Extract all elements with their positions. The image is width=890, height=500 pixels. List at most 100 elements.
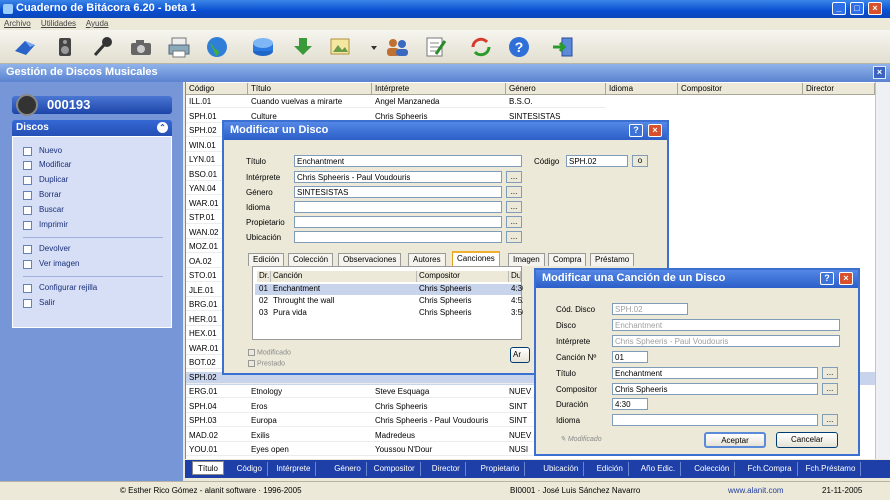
sort-tab[interactable]: Compositor (369, 462, 421, 476)
menu-ayuda[interactable]: Ayuda (86, 19, 109, 28)
sort-tab[interactable]: Director (427, 462, 466, 476)
help-icon[interactable]: ? (506, 35, 532, 59)
menu-utilidades[interactable]: Utilidades (41, 19, 76, 28)
songs-col-duracion[interactable]: Durac. (509, 271, 521, 282)
sort-tab[interactable]: Edición (592, 462, 629, 476)
idioma-field[interactable] (294, 201, 502, 213)
close-button[interactable]: × (868, 2, 882, 15)
interprete-label: Intérprete (246, 173, 281, 182)
songs-col-cancion[interactable]: Canción (271, 271, 417, 282)
codigo-field[interactable]: SPH.02 (566, 155, 628, 167)
close-button[interactable]: × (839, 272, 853, 285)
column-header-interprete[interactable]: Intérprete (372, 83, 506, 95)
status-date: 21-11-2005 (822, 486, 863, 495)
tab-observaciones[interactable]: Observaciones (338, 253, 402, 266)
sort-tab[interactable]: Código (232, 462, 268, 476)
tab-canciones[interactable]: Canciones (452, 251, 500, 266)
titulo-lookup-button[interactable]: ... (822, 367, 838, 379)
propietario-lookup-button[interactable]: ... (506, 216, 522, 228)
sort-tab[interactable]: Título (192, 461, 225, 475)
propietario-field[interactable] (294, 216, 502, 228)
status-credit: © Esther Rico Gómez - alanit software · … (120, 486, 302, 495)
duracion-field[interactable]: 4:30 (612, 398, 648, 410)
exit-icon[interactable] (550, 35, 576, 59)
help-button[interactable]: ? (629, 124, 643, 137)
refresh-icon[interactable] (468, 35, 494, 59)
sort-tab[interactable]: Año Edic. (636, 462, 682, 476)
titulo-field[interactable]: Enchantment (294, 155, 522, 167)
tab-imagen[interactable]: Imagen (508, 253, 545, 266)
dialog-title: Modificar una Canción de un Disco (542, 272, 726, 284)
collapse-icon[interactable]: ⌃ (157, 122, 168, 133)
disc-icon[interactable] (250, 35, 276, 59)
songs-col-compositor[interactable]: Compositor (417, 271, 509, 282)
sort-tab[interactable]: Colección (689, 462, 736, 476)
action-label: Nuevo (39, 146, 63, 155)
codigo-lookup-button[interactable]: o (632, 155, 648, 167)
ubicacion-field[interactable] (294, 231, 502, 243)
menu-archivo[interactable]: Archivo (4, 19, 31, 28)
column-header-compositor[interactable]: Compositor (678, 83, 803, 95)
tab-edicion[interactable]: Edición (248, 253, 285, 266)
maximize-button[interactable]: □ (850, 2, 864, 15)
accept-button[interactable]: Aceptar (704, 432, 766, 448)
grid-scrollbar[interactable] (875, 82, 890, 459)
sort-tab[interactable]: Intérprete (271, 462, 317, 476)
cancel-button[interactable]: Cancelar (776, 432, 838, 448)
people-icon[interactable] (384, 35, 410, 59)
tab-prestamo[interactable]: Préstamo (590, 253, 635, 266)
printer-icon[interactable] (166, 35, 192, 59)
compositor-lookup-button[interactable]: ... (822, 383, 838, 395)
interprete-field[interactable]: Chris Spheeris - Paul Voudouris (294, 171, 502, 183)
sort-tab[interactable]: Propietario (476, 462, 526, 476)
sort-tab[interactable]: Género (329, 462, 367, 476)
microphone-icon[interactable] (90, 35, 116, 59)
section-close-button[interactable]: × (873, 66, 886, 79)
prestado-checkbox[interactable]: Prestado (248, 360, 285, 367)
action-label: Borrar (39, 190, 62, 199)
globe-icon[interactable] (204, 35, 230, 59)
chevron-down-icon[interactable] (361, 35, 377, 59)
cod-disco-label: Cód. Disco (556, 305, 596, 314)
idioma-field[interactable] (612, 414, 818, 426)
print-icon (23, 221, 32, 230)
genero-lookup-button[interactable]: ... (506, 186, 522, 198)
discos-panel-header[interactable]: Discos ⌃ (12, 120, 172, 136)
column-header-titulo[interactable]: Título (248, 83, 372, 95)
column-header-codigo[interactable]: Código (186, 83, 248, 95)
discos-panel: Nuevo Modificar Duplicar Borrar Buscar I… (12, 136, 172, 328)
tab-compra[interactable]: Compra (548, 253, 587, 266)
compositor-field[interactable]: Chris Spheeris (612, 383, 818, 395)
minimize-button[interactable]: _ (832, 2, 846, 15)
close-button[interactable]: × (648, 124, 662, 137)
tab-autores[interactable]: Autores (408, 253, 446, 266)
download-icon[interactable] (290, 35, 316, 59)
column-header-idioma[interactable]: Idioma (606, 83, 678, 95)
notepad-icon[interactable] (422, 35, 448, 59)
genero-field[interactable]: SINTESISTAS (294, 186, 502, 198)
status-site[interactable]: www.alanit.com (728, 486, 784, 495)
song-cell: 03 (259, 308, 268, 317)
titulo-field[interactable]: Enchantment (612, 367, 818, 379)
modificado-checkbox[interactable]: Modificado (248, 349, 291, 356)
camera-icon[interactable] (128, 35, 154, 59)
sort-tab[interactable]: Fch.Préstamo (801, 462, 862, 476)
idioma-lookup-button[interactable]: ... (822, 414, 838, 426)
cancion-nr-field[interactable]: 01 (612, 351, 648, 363)
column-header-genero[interactable]: Género (506, 83, 606, 95)
accept-button-partial[interactable]: Ar (510, 347, 530, 363)
ubicacion-lookup-button[interactable]: ... (506, 231, 522, 243)
speaker-icon[interactable] (52, 35, 78, 59)
sort-tab[interactable]: Ubicación (538, 462, 585, 476)
help-button[interactable]: ? (820, 272, 834, 285)
idioma-lookup-button[interactable]: ... (506, 201, 522, 213)
songs-list[interactable]: Dr. Canción Compositor Durac. 01 Enchantm… (252, 266, 523, 340)
tab-coleccion[interactable]: Colección (288, 253, 334, 266)
interprete-lookup-button[interactable]: ... (506, 171, 522, 183)
pencil-icon: ✎ (560, 436, 566, 443)
sort-tab[interactable]: Fch.Compra (743, 462, 798, 476)
songs-col-nr[interactable]: Dr. (257, 271, 271, 282)
image-icon[interactable] (328, 35, 354, 59)
column-header-director[interactable]: Director (803, 83, 875, 95)
bird-icon[interactable] (12, 35, 38, 59)
